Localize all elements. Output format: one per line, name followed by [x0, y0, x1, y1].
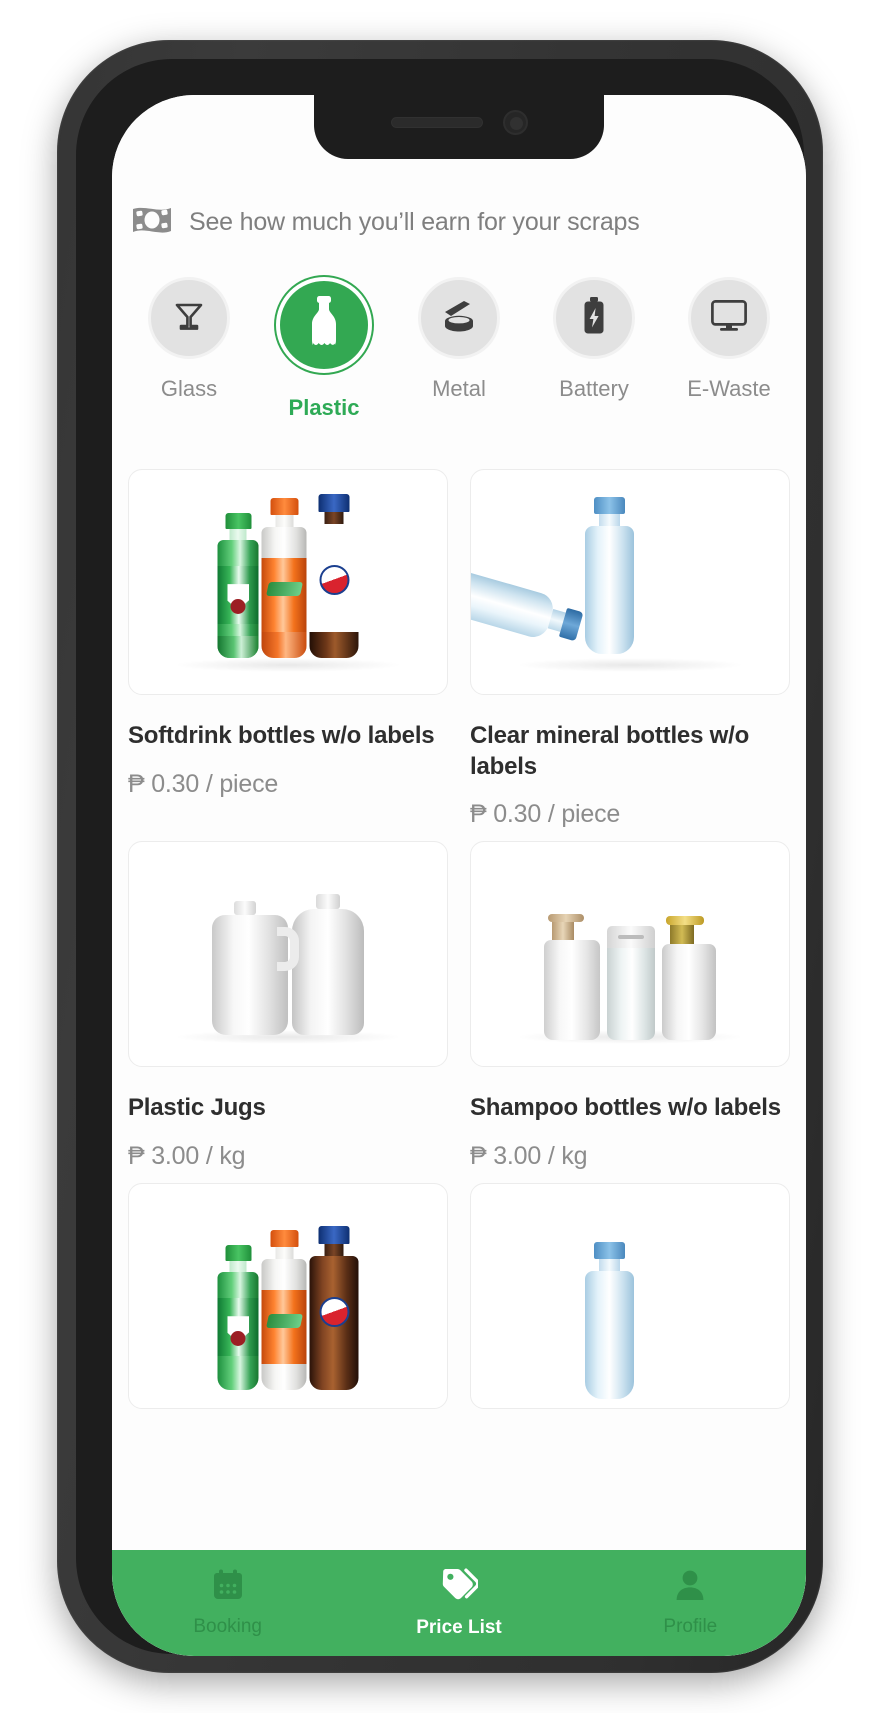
softdrink-bottles-photo: [129, 1184, 447, 1408]
product-title: Shampoo bottles w/o labels: [470, 1094, 781, 1122]
category-circle: [148, 277, 230, 359]
nav-label: Booking: [193, 1616, 262, 1637]
nav-item-profile[interactable]: Profile: [575, 1568, 806, 1638]
battery-icon: [582, 296, 606, 340]
front-camera-icon: [502, 109, 528, 135]
tin-can-icon: [440, 299, 478, 338]
phone-bezel: See how much you’ll earn for your scraps: [76, 59, 806, 1656]
category-tabs: Glass Plastic Metal Battery E-Waste: [112, 240, 806, 421]
softdrink-bottles-photo: [129, 470, 447, 694]
product-price: ₱ 3.00 / kg: [470, 1142, 588, 1171]
product-title: Plastic Jugs: [128, 1094, 266, 1122]
product-card[interactable]: Softdrink bottles w/o labels ₱ 0.30 / pi…: [128, 469, 448, 829]
product-title: Clear mineral bottles w/o labels: [470, 722, 750, 780]
category-tab-glass[interactable]: Glass: [128, 277, 250, 421]
phone-screen: See how much you’ll earn for your scraps: [112, 95, 806, 1656]
photo-reflection: [515, 657, 745, 672]
product-card[interactable]: Shampoo bottles w/o labels ₱ 3.00 / kg: [470, 841, 790, 1171]
jug-left: [212, 901, 299, 1036]
shampoo-pump-right: [662, 915, 716, 1040]
app-screen: See how much you’ll earn for your scraps: [112, 95, 806, 1656]
price-list-scroll-area[interactable]: See how much you’ll earn for your scraps: [112, 95, 806, 1550]
bottle-green: [217, 513, 259, 659]
shampoo-pump-left: [544, 913, 600, 1040]
bottle-clear-lying: [471, 562, 585, 649]
earn-banner-text: See how much you’ll earn for your scraps: [189, 208, 640, 236]
photo-reflection: [173, 657, 403, 672]
nav-label: Profile: [663, 1616, 718, 1637]
product-card[interactable]: [470, 1183, 790, 1410]
product-thumbnail: [470, 1183, 790, 1410]
product-thumbnail: [470, 469, 790, 695]
phone-frame: See how much you’ll earn for your scraps: [57, 40, 823, 1673]
jug-right: [292, 894, 364, 1036]
category-label: Battery: [559, 376, 629, 401]
person-icon: [673, 1568, 707, 1607]
shampoo-bottles-photo: [471, 842, 789, 1066]
plastic-jugs-photo: [129, 842, 447, 1066]
product-price: ₱ 3.00 / kg: [128, 1142, 246, 1171]
bottle-clear-standing: [585, 496, 635, 654]
category-label: Metal: [432, 376, 486, 401]
product-price: ₱ 0.30 / piece: [128, 769, 279, 798]
product-thumbnail: [128, 841, 448, 1068]
category-tab-ewaste[interactable]: E-Waste: [668, 277, 790, 421]
phone-notch: [314, 95, 604, 159]
shampoo-tube-center: [607, 925, 655, 1040]
product-price: ₱ 0.30 / piece: [470, 800, 621, 829]
category-circle: [688, 277, 770, 359]
category-label: E-Waste: [687, 376, 771, 401]
clear-mineral-bottles-photo: [471, 1184, 789, 1408]
nav-item-price-list[interactable]: Price List: [343, 1567, 574, 1639]
bottom-navigation-bar: Booking Price List Profile: [112, 1550, 806, 1656]
product-card[interactable]: Plastic Jugs ₱ 3.00 / kg: [128, 841, 448, 1171]
tag-icon: [440, 1567, 480, 1608]
plastic-bottle-icon: [302, 295, 346, 356]
calendar-icon: [211, 1568, 245, 1607]
clear-mineral-bottles-photo: [471, 470, 789, 694]
product-title: Softdrink bottles w/o labels: [128, 722, 435, 749]
monitor-icon: [711, 299, 747, 337]
product-thumbnail: [128, 1183, 448, 1410]
category-tab-plastic[interactable]: Plastic: [263, 277, 385, 421]
earpiece-speaker-icon: [390, 116, 483, 128]
cocktail-glass-icon: [172, 299, 206, 338]
nav-label: Price List: [416, 1617, 502, 1638]
bottle-clear-standing: [585, 1242, 635, 1400]
category-circle: [418, 277, 500, 359]
product-card[interactable]: Clear mineral bottles w/o labels ₱ 0.30 …: [470, 469, 790, 829]
bottle-orange: [261, 1230, 307, 1391]
category-label: Glass: [160, 376, 218, 401]
bottle-cola: [309, 494, 359, 659]
product-thumbnail: [128, 469, 448, 695]
money-banknote-icon: [131, 205, 173, 240]
bottle-orange: [261, 498, 307, 659]
product-thumbnail: [470, 841, 790, 1068]
category-tab-metal[interactable]: Metal: [398, 277, 520, 421]
category-circle: [553, 277, 635, 359]
category-label: Plastic: [288, 395, 360, 420]
product-grid: Softdrink bottles w/o labels ₱ 0.30 / pi…: [112, 469, 806, 1410]
category-tab-battery[interactable]: Battery: [533, 277, 655, 421]
bottle-cola: [309, 1226, 359, 1391]
category-circle: [276, 277, 372, 373]
product-card[interactable]: [128, 1183, 448, 1410]
nav-item-booking[interactable]: Booking: [112, 1568, 343, 1638]
bottle-green: [217, 1245, 259, 1391]
